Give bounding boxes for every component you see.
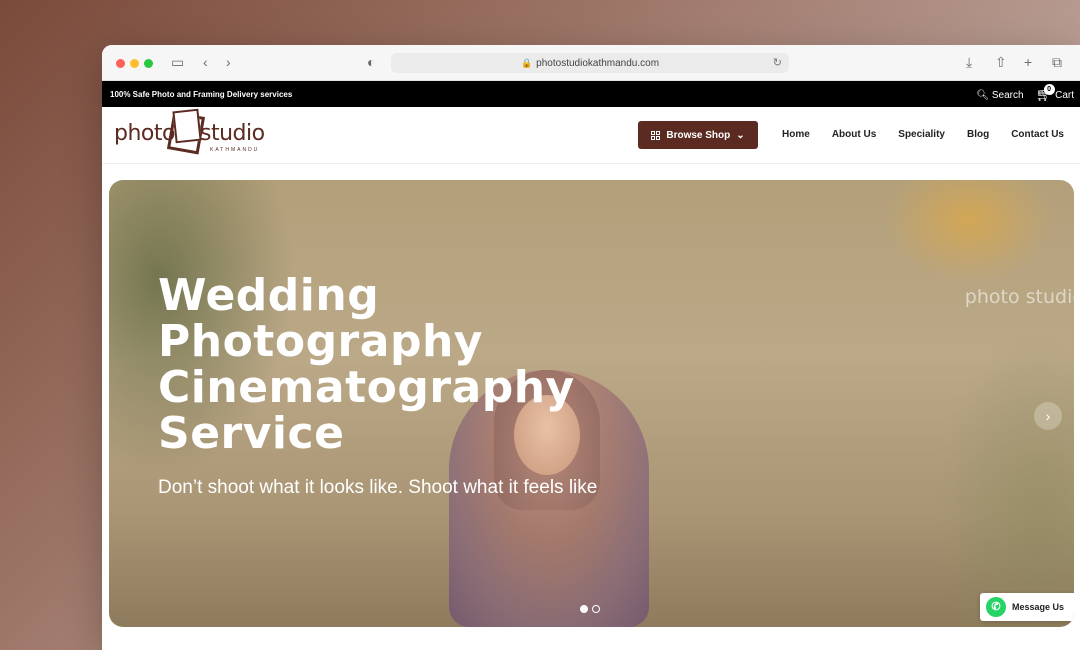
url-text: photostudiokathmandu.com: [536, 57, 660, 69]
download-icon[interactable]: ⤓: [966, 54, 972, 70]
nav-speciality[interactable]: Speciality: [898, 129, 945, 140]
cart-count-badge: 0: [1043, 84, 1055, 95]
browser-toolbar: ▭ ‹ › ◐ 🔒 photostudiokathmandu.com ↻ ⤓ ⇧…: [102, 45, 1080, 81]
logo-text-photo: photo: [114, 121, 175, 146]
back-icon[interactable]: ‹: [203, 54, 208, 70]
cart-label: Cart: [1055, 89, 1074, 101]
logo-subtext: KATHMANDU: [210, 147, 260, 153]
lock-icon: 🔒: [520, 57, 533, 68]
zoom-window-button[interactable]: [144, 59, 153, 68]
promo-text: 100% Safe Photo and Framing Delivery ser…: [110, 90, 293, 99]
slider-next-icon[interactable]: ›: [1034, 402, 1062, 430]
promo-bar: 100% Safe Photo and Framing Delivery ser…: [102, 81, 1080, 107]
watermark-logo: photo studio: [964, 286, 1074, 308]
address-bar[interactable]: 🔒 photostudiokathmandu.com ↻: [391, 53, 789, 73]
site-header: photo studio KATHMANDU Browse Shop ⌄ Hom…: [102, 107, 1080, 164]
nav-blog[interactable]: Blog: [967, 129, 989, 140]
main-nav: Home About Us Speciality Blog Contact Us: [782, 129, 1064, 140]
tabs-icon[interactable]: ⧉: [1052, 54, 1062, 70]
sidebar-icon[interactable]: ▭: [171, 54, 184, 70]
search-label: Search: [991, 89, 1024, 101]
search-link[interactable]: 🔍︎ Search: [976, 90, 1023, 101]
new-tab-icon[interactable]: +: [1024, 54, 1032, 70]
whatsapp-message-button[interactable]: ✆ Message Us: [980, 593, 1074, 621]
minimize-window-button[interactable]: [130, 59, 139, 68]
slider-dot-2[interactable]: [592, 605, 600, 613]
slider-dot-1[interactable]: [580, 605, 588, 613]
nav-contact-us[interactable]: Contact Us: [1011, 129, 1064, 140]
hero-subtitle: Don’t shoot what it looks like. Shoot wh…: [158, 477, 598, 498]
hero-title: Wedding Photography Cinematography Servi…: [158, 270, 575, 459]
close-window-button[interactable]: [116, 59, 125, 68]
whatsapp-icon: ✆: [986, 597, 1006, 617]
chevron-down-icon: ⌄: [736, 129, 745, 141]
nav-about-us[interactable]: About Us: [832, 129, 876, 140]
shield-icon[interactable]: ◐: [367, 54, 375, 70]
browser-window: ▭ ‹ › ◐ 🔒 photostudiokathmandu.com ↻ ⤓ ⇧…: [102, 45, 1080, 650]
cart-link[interactable]: 🛒︎ 0 Cart: [1036, 84, 1074, 103]
forward-icon[interactable]: ›: [226, 54, 231, 70]
logo-text-studio: studio: [200, 121, 265, 146]
whatsapp-label: Message Us: [1012, 602, 1065, 612]
browse-shop-label: Browse Shop: [666, 129, 731, 141]
search-icon: 🔍︎: [976, 89, 990, 101]
share-icon[interactable]: ⇧: [995, 54, 1007, 70]
site-logo[interactable]: photo studio KATHMANDU: [114, 108, 274, 157]
nav-home[interactable]: Home: [782, 129, 810, 140]
reload-icon[interactable]: ↻: [773, 56, 782, 69]
logo-frame-inner-icon: [172, 108, 202, 144]
browse-shop-button[interactable]: Browse Shop ⌄: [638, 121, 758, 149]
slider-pagination: [580, 605, 600, 613]
grid-icon: [651, 130, 661, 140]
hero-slider: Wedding Photography Cinematography Servi…: [109, 180, 1074, 627]
